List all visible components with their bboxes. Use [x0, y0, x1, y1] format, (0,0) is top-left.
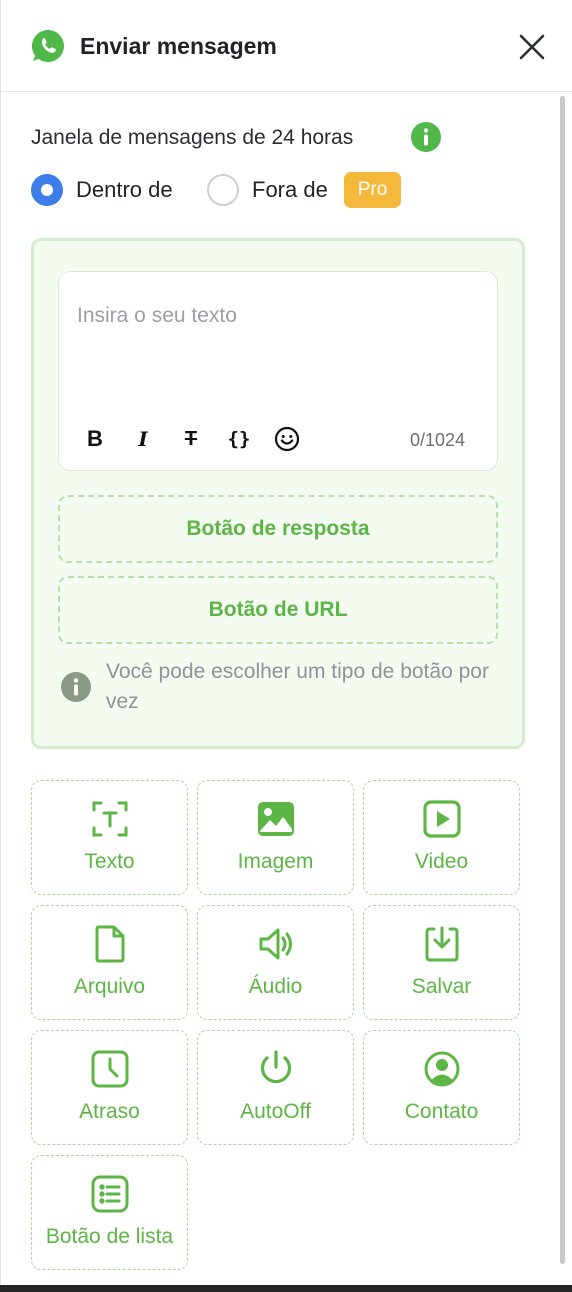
radio-inside-window[interactable]: [31, 174, 63, 206]
tile-label: Contato: [404, 1100, 479, 1123]
contact-icon: [424, 1051, 460, 1087]
italic-button[interactable]: I: [131, 424, 155, 454]
whatsapp-icon: [31, 29, 64, 62]
power-icon: [260, 1050, 292, 1084]
radio-inside-label[interactable]: Dentro de: [76, 176, 173, 204]
add-reply-button[interactable]: Botão de resposta: [58, 495, 498, 563]
video-icon: [423, 800, 461, 838]
tile-image[interactable]: Imagem: [197, 780, 354, 895]
tile-label: Atraso: [79, 1100, 140, 1123]
close-icon[interactable]: [515, 30, 549, 64]
tile-label: Botão de lista: [45, 1225, 174, 1248]
tile-text[interactable]: Texto: [31, 780, 188, 895]
image-icon: [257, 802, 295, 836]
message-placeholder[interactable]: Insira o seu texto: [77, 302, 237, 330]
info-icon: [61, 672, 91, 702]
audio-icon: [259, 928, 292, 960]
add-url-button[interactable]: Botão de URL: [58, 576, 498, 644]
message-window-label: Janela de mensagens de 24 horas: [31, 126, 354, 149]
file-icon: [95, 925, 125, 963]
tile-file[interactable]: Arquivo: [31, 905, 188, 1020]
code-button[interactable]: {}: [225, 424, 253, 454]
panel-title: Enviar mensagem: [80, 33, 277, 59]
scrollbar[interactable]: [560, 96, 565, 1264]
tile-label: Video: [414, 850, 469, 873]
list-icon: [91, 1175, 129, 1213]
tile-delay[interactable]: Atraso: [31, 1030, 188, 1145]
tile-label: Imagem: [237, 850, 314, 873]
emoji-button[interactable]: [273, 424, 301, 454]
tile-contact[interactable]: Contato: [363, 1030, 520, 1145]
info-icon[interactable]: [411, 122, 441, 152]
tile-label: Áudio: [248, 975, 303, 998]
send-message-panel: Enviar mensagem Janela de mensagens de 2…: [0, 0, 572, 1292]
tile-autooff[interactable]: AutoOff: [197, 1030, 354, 1145]
text-icon: [92, 801, 128, 837]
delay-icon: [91, 1050, 129, 1088]
tile-video[interactable]: Video: [363, 780, 520, 895]
tile-list-button[interactable]: Botão de lista: [31, 1155, 188, 1270]
bold-button[interactable]: B: [83, 424, 107, 454]
bottom-edge: [0, 1285, 572, 1292]
save-icon: [425, 926, 459, 962]
radio-outside-window[interactable]: [207, 174, 239, 206]
button-hint-text: Você pode escolher um tipo de botão por …: [106, 660, 489, 713]
tile-label: Salvar: [411, 975, 472, 998]
pro-badge: Pro: [344, 172, 401, 208]
strikethrough-button[interactable]: T: [179, 424, 203, 454]
tile-label: Texto: [84, 850, 135, 873]
tile-label: AutoOff: [240, 1100, 311, 1123]
tile-label: Arquivo: [73, 975, 146, 998]
char-counter: 0/1024: [410, 430, 466, 450]
tile-save[interactable]: Salvar: [363, 905, 520, 1020]
tile-audio[interactable]: Áudio: [197, 905, 354, 1020]
panel-header: Enviar mensagem: [1, 0, 572, 92]
emoji-icon: [274, 426, 300, 452]
radio-outside-label[interactable]: Fora de: [252, 176, 328, 204]
